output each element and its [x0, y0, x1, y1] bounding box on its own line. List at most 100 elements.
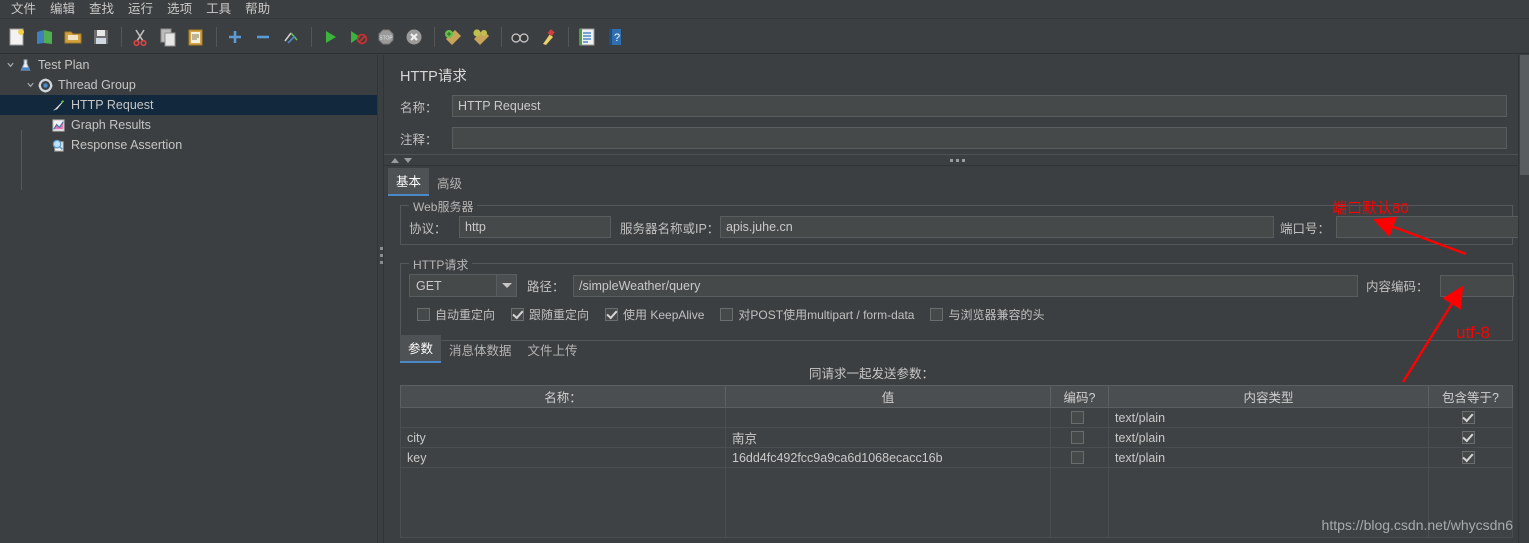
- cell-include-equals[interactable]: [1429, 428, 1512, 447]
- checkbox-include-equals[interactable]: [1461, 411, 1475, 424]
- tree-node-http-request[interactable]: HTTP Request: [0, 95, 377, 115]
- cell-content-type[interactable]: text/plain: [1109, 408, 1429, 427]
- cell-name[interactable]: [401, 468, 726, 537]
- cell-include-equals[interactable]: [1429, 448, 1512, 467]
- paste-icon[interactable]: [183, 24, 209, 50]
- cell-encode[interactable]: [1051, 448, 1109, 467]
- method-select[interactable]: GET: [409, 274, 517, 297]
- chevron-down-icon[interactable]: [24, 80, 37, 91]
- save-icon[interactable]: [88, 24, 114, 50]
- pane-divider[interactable]: [384, 154, 1529, 166]
- checkbox-box[interactable]: [930, 308, 944, 321]
- checkbox-include-equals[interactable]: [1461, 431, 1475, 444]
- cell-value[interactable]: [726, 468, 1051, 537]
- checkbox-encode[interactable]: [1070, 451, 1084, 464]
- tab-basic[interactable]: 基本: [388, 168, 430, 196]
- stop-icon[interactable]: STOP: [373, 24, 399, 50]
- cell-encode[interactable]: [1051, 468, 1109, 537]
- collapse-up-icon[interactable]: [391, 158, 399, 163]
- menu-tools[interactable]: 工具: [199, 0, 238, 19]
- copy-icon[interactable]: [155, 24, 181, 50]
- cell-include-equals[interactable]: [1429, 408, 1512, 427]
- search-reset-icon[interactable]: [535, 24, 561, 50]
- cell-encode[interactable]: [1051, 428, 1109, 447]
- shutdown-icon[interactable]: [401, 24, 427, 50]
- cell-encode[interactable]: [1051, 408, 1109, 427]
- tree-node-response-assertion[interactable]: Response Assertion: [0, 135, 377, 155]
- checkbox-follow-redirect[interactable]: 跟随重定向: [511, 306, 589, 323]
- tree-node-graph-results[interactable]: Graph Results: [0, 115, 377, 135]
- cell-name[interactable]: key: [401, 448, 726, 467]
- checkbox-box[interactable]: [605, 308, 619, 321]
- tab-body-data[interactable]: 消息体数据: [441, 337, 520, 363]
- start-icon[interactable]: [317, 24, 343, 50]
- tab-advanced[interactable]: 高级: [429, 170, 470, 196]
- chevron-down-icon[interactable]: [4, 60, 17, 71]
- table-row[interactable]: key 16dd4fc492fcc9a9ca6d1068ecacc16b tex…: [401, 448, 1512, 468]
- column-header-encode[interactable]: 编码?: [1051, 386, 1109, 407]
- table-row[interactable]: text/plain: [401, 408, 1512, 428]
- checkbox-auto-redirect[interactable]: 自动重定向: [417, 306, 495, 323]
- cell-value[interactable]: 16dd4fc492fcc9a9ca6d1068ecacc16b: [726, 448, 1051, 467]
- name-input[interactable]: HTTP Request: [452, 95, 1507, 117]
- encoding-input[interactable]: [1440, 274, 1514, 297]
- checkbox-encode[interactable]: [1070, 411, 1084, 424]
- table-row[interactable]: city 南京 text/plain: [401, 428, 1512, 448]
- menu-help[interactable]: 帮助: [238, 0, 277, 19]
- cell-value[interactable]: 南京: [726, 428, 1051, 447]
- server-input[interactable]: apis.juhe.cn: [720, 216, 1274, 238]
- parameters-table[interactable]: 名称： 值 编码? 内容类型 包含等于? text/plain city 南京 …: [400, 385, 1513, 538]
- port-input[interactable]: [1336, 216, 1523, 238]
- open-folder-icon[interactable]: [60, 24, 86, 50]
- clear-icon[interactable]: [440, 24, 466, 50]
- checkbox-include-equals[interactable]: [1461, 451, 1475, 464]
- scrollbar-thumb[interactable]: [1520, 55, 1529, 175]
- function-helper-icon[interactable]: [574, 24, 600, 50]
- start-no-pause-icon[interactable]: [345, 24, 371, 50]
- checkbox-multipart[interactable]: 对POST使用multipart / form-data: [720, 306, 914, 323]
- menu-run[interactable]: 运行: [121, 0, 160, 19]
- chevron-down-icon[interactable]: [496, 275, 516, 296]
- column-header-value[interactable]: 值: [726, 386, 1051, 407]
- help-icon[interactable]: ?: [602, 24, 628, 50]
- tab-parameters[interactable]: 参数: [400, 335, 442, 363]
- menu-edit[interactable]: 编辑: [43, 0, 82, 19]
- tree-node-thread-group[interactable]: Thread Group: [0, 75, 377, 95]
- menu-file[interactable]: 文件: [4, 0, 43, 19]
- comment-input[interactable]: [452, 127, 1507, 149]
- tab-files-upload[interactable]: 文件上传: [520, 337, 586, 363]
- checkbox-browser-headers[interactable]: 与浏览器兼容的头: [930, 306, 1044, 323]
- cell-content-type[interactable]: text/plain: [1109, 428, 1429, 447]
- new-document-icon[interactable]: [4, 24, 30, 50]
- checkbox-keepalive[interactable]: 使用 KeepAlive: [605, 306, 704, 323]
- column-header-content-type[interactable]: 内容类型: [1109, 386, 1429, 407]
- cell-value[interactable]: [726, 408, 1051, 427]
- checkbox-encode[interactable]: [1070, 431, 1084, 444]
- column-header-name[interactable]: 名称：: [401, 386, 726, 407]
- open-templates-icon[interactable]: [32, 24, 58, 50]
- path-input[interactable]: /simpleWeather/query: [573, 274, 1358, 297]
- divider-handle[interactable]: [950, 159, 968, 162]
- cell-content-type[interactable]: text/plain: [1109, 448, 1429, 467]
- column-header-include-equals[interactable]: 包含等于?: [1429, 386, 1512, 407]
- checkbox-box[interactable]: [511, 308, 525, 321]
- cut-icon[interactable]: [127, 24, 153, 50]
- collapse-down-icon[interactable]: [404, 158, 412, 163]
- menu-options[interactable]: 选项: [160, 0, 199, 19]
- cell-name[interactable]: city: [401, 428, 726, 447]
- expand-all-icon[interactable]: [222, 24, 248, 50]
- test-plan-tree[interactable]: Test Plan Thread Group HTTP Request Grap…: [0, 55, 377, 543]
- vertical-scrollbar[interactable]: [1518, 55, 1529, 543]
- checkbox-box[interactable]: [417, 308, 430, 321]
- tree-node-test-plan[interactable]: Test Plan: [0, 55, 377, 75]
- collapse-all-icon[interactable]: [250, 24, 276, 50]
- search-icon[interactable]: [507, 24, 533, 50]
- protocol-input[interactable]: http: [459, 216, 611, 238]
- checkbox-box[interactable]: [720, 308, 734, 321]
- panel-splitter[interactable]: [377, 55, 384, 543]
- splitter-handle[interactable]: [380, 247, 383, 268]
- clear-all-icon[interactable]: [468, 24, 494, 50]
- cell-name[interactable]: [401, 408, 726, 427]
- toggle-icon[interactable]: [278, 24, 304, 50]
- menu-search[interactable]: 查找: [82, 0, 121, 19]
